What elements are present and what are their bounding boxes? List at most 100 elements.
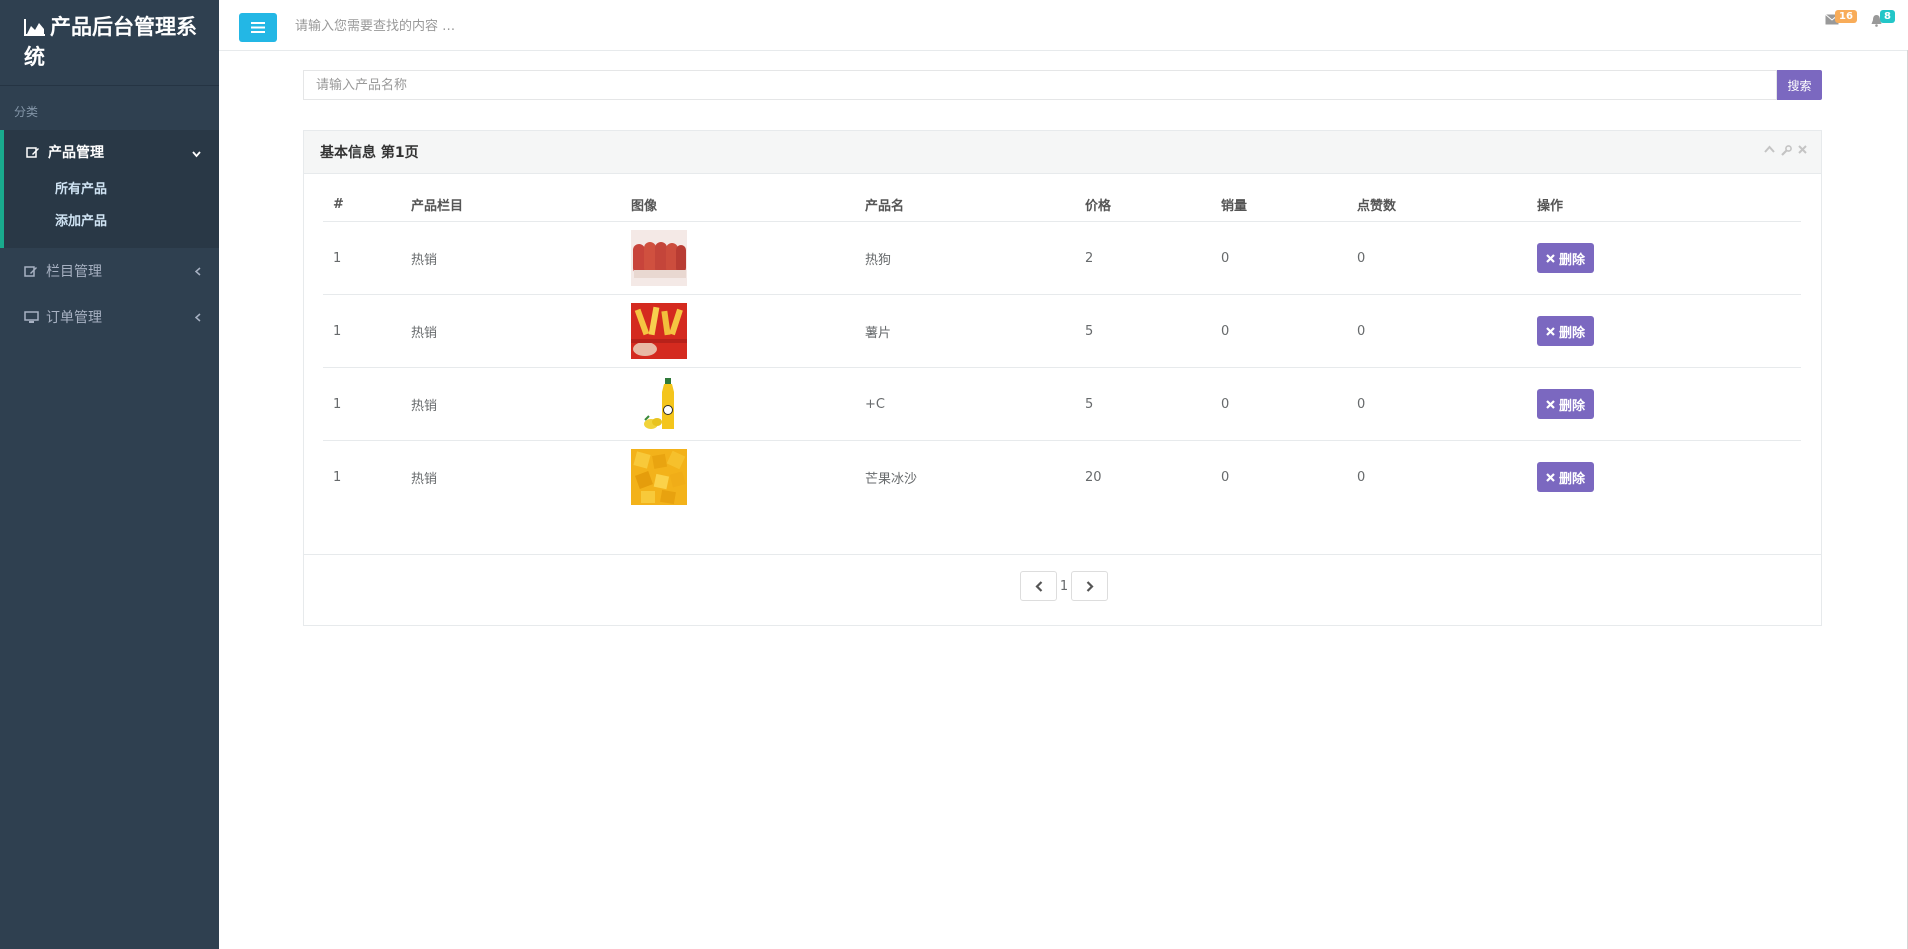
- pagination-divider: [304, 554, 1821, 555]
- cell-category: 热销: [401, 367, 621, 441]
- table-row: 1 热销 +C 5 0 0 删除: [323, 367, 1801, 441]
- column-header: 产品名: [855, 187, 1075, 222]
- delete-button[interactable]: 删除: [1537, 316, 1595, 346]
- edit-icon: [26, 146, 42, 159]
- pagination: 1: [1020, 571, 1108, 601]
- cell-sales: 0: [1221, 469, 1230, 485]
- delete-button-label: 删除: [1559, 398, 1586, 414]
- cell-sales: 0: [1211, 221, 1347, 295]
- close-icon: [1546, 399, 1555, 409]
- app-title: 产品后台管理系统: [24, 15, 197, 69]
- notifications-button[interactable]: 8: [1870, 10, 1895, 31]
- delete-button[interactable]: 删除: [1537, 243, 1595, 273]
- cell-category: 热销: [411, 471, 438, 487]
- menu-toggle-button[interactable]: [239, 13, 277, 42]
- close-icon[interactable]: [1798, 145, 1807, 156]
- sidebar-item-products[interactable]: 产品管理: [4, 130, 219, 174]
- sidebar-subitem-all-products[interactable]: 所有产品: [4, 174, 219, 206]
- close-icon: [1546, 253, 1555, 263]
- cell-action: 删除: [1527, 367, 1801, 441]
- cell-likes: 0: [1357, 469, 1366, 485]
- panel-title: 基本信息 第1页: [320, 145, 419, 161]
- cell-image: [621, 294, 855, 368]
- column-header: #: [323, 187, 401, 222]
- cell-category: 热销: [401, 294, 621, 368]
- chevron-right-icon: [1086, 580, 1094, 592]
- close-icon: [1546, 472, 1555, 482]
- cell-price: 5: [1075, 294, 1211, 368]
- sidebar: 产品后台管理系统 分类 产品管理 所有产品 添加产品 栏目管理 订单管理: [0, 0, 219, 949]
- sidebar-item-columns[interactable]: 栏目管理: [0, 248, 219, 294]
- cell-price: 2: [1075, 221, 1211, 295]
- chevron-left-icon: [194, 264, 201, 280]
- chevron-down-icon: [192, 146, 201, 162]
- column-header: 产品栏目: [401, 187, 621, 222]
- wrench-icon[interactable]: [1781, 145, 1792, 156]
- delete-button[interactable]: 删除: [1537, 389, 1595, 419]
- column-header: 操作: [1527, 187, 1801, 222]
- cell-price: 5: [1075, 367, 1211, 441]
- sidebar-section-products: 产品管理 所有产品 添加产品: [0, 130, 219, 248]
- cell-image: [621, 367, 855, 441]
- collapse-chevron-up-icon[interactable]: [1764, 145, 1775, 156]
- search-button[interactable]: 搜索: [1777, 70, 1822, 100]
- sidebar-subitem-add-product[interactable]: 添加产品: [4, 206, 219, 238]
- desktop-icon: [24, 310, 40, 324]
- next-page-button[interactable]: [1071, 571, 1108, 601]
- delete-button-label: 删除: [1559, 252, 1586, 268]
- cell-id: 1: [333, 469, 342, 485]
- cell-id: 1: [323, 294, 401, 368]
- cell-action: 删除: [1527, 294, 1801, 368]
- panel-header: 基本信息 第1页: [304, 131, 1821, 174]
- table-row: 1 热销 薯片 5 0 0 删除: [323, 294, 1801, 368]
- top-navbar: 16 8: [219, 0, 1908, 51]
- current-page-number[interactable]: 1: [1057, 579, 1071, 594]
- product-table: # 产品栏目 图像 产品名 价格 销量 点赞数 操作 1 热销 热狗 2 0 0: [323, 187, 1801, 513]
- sidebar-item-label: 订单管理: [46, 310, 102, 326]
- delete-button-label: 删除: [1559, 325, 1586, 341]
- product-search-input[interactable]: [303, 70, 1777, 100]
- sidebar-section-orders: 订单管理: [0, 294, 219, 340]
- delete-button[interactable]: 删除: [1537, 462, 1595, 492]
- messages-button[interactable]: 16: [1825, 10, 1857, 29]
- top-search-input[interactable]: [293, 12, 717, 40]
- panel-tools: [1764, 145, 1807, 156]
- cell-sales: 0: [1211, 294, 1347, 368]
- column-header: 图像: [621, 187, 855, 222]
- column-header: 点赞数: [1347, 187, 1527, 222]
- column-header: 价格: [1075, 187, 1211, 222]
- cell-action: 删除: [1527, 441, 1801, 514]
- edit-icon: [24, 265, 40, 278]
- cell-likes: 0: [1347, 221, 1527, 295]
- product-search-bar: 搜索: [303, 70, 1822, 100]
- sidebar-section-columns: 栏目管理: [0, 248, 219, 294]
- cell-id: 1: [323, 221, 401, 295]
- cell-price: 20: [1085, 469, 1102, 485]
- chevron-left-icon: [1034, 580, 1042, 592]
- sidebar-item-orders[interactable]: 订单管理: [0, 294, 219, 340]
- cell-name: 薯片: [855, 294, 1075, 368]
- hamburger-icon: [251, 22, 265, 33]
- messages-count-badge: 16: [1835, 10, 1857, 23]
- sidebar-item-label: 栏目管理: [46, 264, 102, 280]
- sidebar-item-label: 产品管理: [48, 145, 104, 161]
- cell-action: 删除: [1527, 221, 1801, 295]
- product-panel: 基本信息 第1页 # 产品栏目 图像 产品名 价格 销量 点赞数 操作 1 热销: [303, 130, 1822, 626]
- chevron-left-icon: [194, 310, 201, 326]
- hotdog-image: [631, 230, 687, 286]
- close-icon: [1546, 326, 1555, 336]
- cell-category: 热销: [401, 221, 621, 295]
- lemon-drink-image: [631, 376, 687, 432]
- previous-page-button[interactable]: [1020, 571, 1057, 601]
- cell-id: 1: [323, 367, 401, 441]
- table-row: 1 热销 热狗 2 0 0 删除: [323, 221, 1801, 295]
- cell-image: [621, 441, 855, 514]
- sidebar-category-label: 分类: [14, 105, 39, 119]
- cell-sales: 0: [1211, 367, 1347, 441]
- cell-image: [621, 221, 855, 295]
- area-chart-icon: [24, 19, 45, 36]
- table-row: 1 热销 芒果冰沙 20 0 0 删除: [323, 441, 1801, 514]
- cell-likes: 0: [1347, 294, 1527, 368]
- app-brand[interactable]: 产品后台管理系统: [0, 0, 219, 86]
- column-header: 销量: [1211, 187, 1347, 222]
